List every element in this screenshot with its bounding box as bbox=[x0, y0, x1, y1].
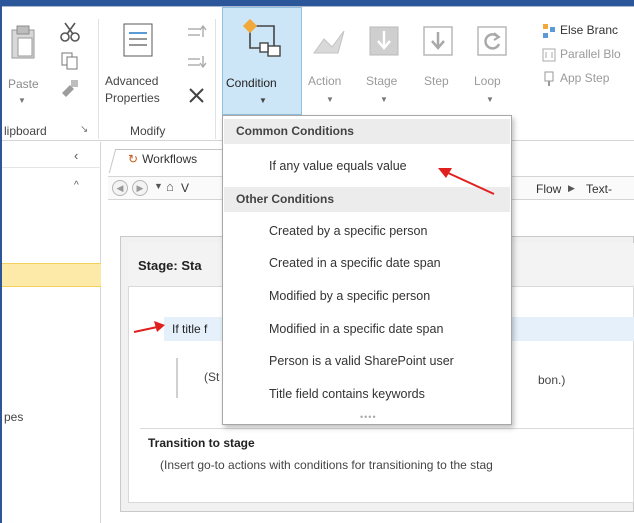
breadcrumb-next[interactable]: Text- bbox=[586, 182, 612, 196]
common-conditions-header: Common Conditions bbox=[224, 119, 510, 144]
divider bbox=[140, 428, 634, 429]
step-placeholder-text: (St bbox=[204, 370, 220, 384]
breadcrumb-start[interactable]: V bbox=[181, 181, 189, 195]
app-step-label: App Step bbox=[560, 71, 610, 85]
annotation-arrow-icon bbox=[133, 321, 165, 333]
cut-icon[interactable] bbox=[58, 21, 82, 43]
step-indent-bar bbox=[176, 358, 178, 398]
paste-button[interactable]: Paste ▼ bbox=[4, 22, 40, 112]
format-painter-icon[interactable] bbox=[60, 79, 80, 97]
resize-grip-icon[interactable]: •••• bbox=[360, 412, 377, 422]
action-button[interactable]: Action ▼ bbox=[306, 21, 354, 111]
paste-icon bbox=[11, 25, 35, 59]
loop-icon bbox=[477, 26, 507, 56]
chevron-up-icon[interactable]: ^ bbox=[74, 180, 79, 191]
loop-label: Loop bbox=[474, 74, 501, 88]
parallel-block-button[interactable]: Parallel Blo bbox=[542, 47, 634, 65]
dialog-launcher-icon[interactable]: ↘ bbox=[80, 124, 88, 135]
menu-item-created-by-person[interactable]: Created by a specific person bbox=[269, 224, 427, 238]
modify-group-label: Modify bbox=[130, 124, 166, 138]
step-placeholder-text-end: bon.) bbox=[538, 373, 566, 387]
stage-title[interactable]: Stage: Sta bbox=[138, 258, 202, 273]
action-icon bbox=[313, 30, 345, 54]
copy-icon[interactable] bbox=[60, 51, 80, 71]
condition-text[interactable]: If title f bbox=[172, 322, 207, 336]
delete-icon[interactable] bbox=[188, 87, 206, 105]
menu-item-valid-sharepoint-user[interactable]: Person is a valid SharePoint user bbox=[269, 354, 454, 368]
transition-title: Transition to stage bbox=[148, 436, 255, 450]
stage-icon bbox=[369, 26, 399, 56]
chevron-down-icon: ▼ bbox=[486, 95, 494, 104]
properties-label: Properties bbox=[105, 91, 160, 105]
step-button[interactable]: Step bbox=[418, 21, 458, 111]
else-branch-button[interactable]: Else Branc bbox=[542, 23, 634, 41]
chevron-down-icon: ▼ bbox=[380, 95, 388, 104]
left-pane-item[interactable]: pes bbox=[4, 410, 23, 424]
left-navigation-pane: ‹ ^ pes bbox=[2, 142, 101, 523]
advanced-properties-button[interactable]: Advanced Properties bbox=[103, 21, 183, 113]
move-up-icon[interactable] bbox=[186, 23, 208, 41]
forward-icon[interactable]: ▶ bbox=[132, 180, 148, 196]
loop-button[interactable]: Loop ▼ bbox=[470, 21, 512, 111]
transition-description[interactable]: (Insert go-to actions with conditions fo… bbox=[160, 458, 493, 472]
step-icon bbox=[423, 26, 453, 56]
app-step-button[interactable]: App Step bbox=[542, 71, 634, 89]
tab-workflows[interactable]: ↻ Workflows bbox=[128, 152, 197, 166]
else-branch-label: Else Branc bbox=[560, 23, 619, 37]
chevron-down-icon: ▼ bbox=[326, 95, 334, 104]
menu-item-created-date-span[interactable]: Created in a specific date span bbox=[269, 256, 441, 270]
menu-item-title-contains-keywords[interactable]: Title field contains keywords bbox=[269, 387, 425, 401]
stage-button[interactable]: Stage ▼ bbox=[362, 21, 406, 111]
back-icon[interactable]: ◀ bbox=[112, 180, 128, 196]
breadcrumb-flow[interactable]: Flow bbox=[536, 182, 561, 196]
condition-button[interactable]: Condition ▼ bbox=[222, 7, 302, 115]
paste-label: Paste bbox=[8, 77, 39, 91]
tab-workflows-label: Workflows bbox=[142, 152, 198, 166]
condition-icon bbox=[242, 18, 281, 57]
menu-item-any-value-equals[interactable]: If any value equals value bbox=[269, 159, 407, 173]
left-pane-header: ‹ bbox=[2, 146, 101, 168]
clipboard-group-label: lipboard bbox=[4, 124, 47, 138]
annotation-arrow-icon bbox=[438, 168, 495, 195]
workflow-icon: ↻ bbox=[128, 152, 139, 166]
breadcrumb-separator: ▶ bbox=[568, 183, 575, 193]
chevron-down-icon[interactable]: ▼ bbox=[154, 181, 163, 191]
stage-label: Stage bbox=[366, 74, 398, 88]
left-pane-selected-item[interactable] bbox=[2, 263, 101, 287]
condition-label: Condition bbox=[226, 76, 277, 90]
action-label: Action bbox=[308, 74, 342, 88]
step-label: Step bbox=[424, 74, 449, 88]
chevron-down-icon: ▼ bbox=[259, 96, 267, 105]
advanced-label: Advanced bbox=[105, 74, 159, 88]
menu-item-modified-date-span[interactable]: Modified in a specific date span bbox=[269, 322, 443, 336]
chevron-down-icon: ▼ bbox=[18, 96, 26, 105]
home-icon[interactable]: ⌂ bbox=[166, 179, 174, 194]
collapse-pane-icon[interactable]: ‹ bbox=[74, 148, 78, 163]
group-separator bbox=[98, 19, 99, 139]
properties-icon bbox=[123, 23, 153, 57]
group-separator bbox=[215, 19, 216, 139]
parallel-block-icon bbox=[542, 48, 556, 62]
else-branch-icon bbox=[543, 24, 555, 38]
app-step-icon bbox=[544, 71, 554, 86]
menu-item-modified-by-person[interactable]: Modified by a specific person bbox=[269, 289, 430, 303]
window-left-border bbox=[0, 0, 2, 523]
move-down-icon[interactable] bbox=[186, 53, 208, 71]
parallel-block-label: Parallel Blo bbox=[560, 47, 621, 61]
